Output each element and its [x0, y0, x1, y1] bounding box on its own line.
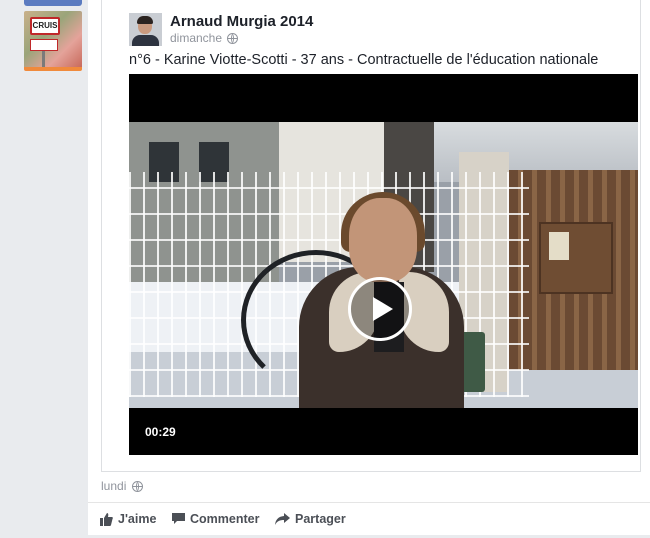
thumbs-up-icon	[100, 512, 113, 526]
post-card: Arnaud Murgia 2014 dimanche n°6 - Karine…	[88, 0, 650, 537]
shared-post: Arnaud Murgia 2014 dimanche n°6 - Karine…	[101, 0, 641, 472]
play-icon	[372, 297, 393, 321]
avatar[interactable]	[129, 13, 162, 46]
speech-bubble-icon	[172, 513, 185, 524]
sidebar-thumbnail-cruis[interactable]: CRUIS	[24, 11, 82, 71]
globe-icon	[227, 32, 239, 44]
sign-sub-plate	[30, 39, 58, 51]
sidebar-thumbnail-top[interactable]	[24, 0, 82, 6]
shared-post-timestamp: dimanche	[170, 31, 239, 45]
globe-icon	[132, 480, 144, 492]
author-name[interactable]: Arnaud Murgia 2014	[170, 13, 313, 30]
play-button[interactable]	[348, 277, 412, 341]
outer-post-time-label[interactable]: lundi	[101, 479, 126, 493]
shared-post-time-label[interactable]: dimanche	[170, 31, 222, 45]
avatar-suit	[132, 35, 159, 46]
video-player[interactable]: 00:29	[129, 74, 638, 455]
comment-button[interactable]: Commenter	[172, 512, 259, 526]
share-arrow-icon	[275, 513, 290, 525]
avatar-hair	[137, 16, 153, 24]
cruis-sign: CRUIS	[30, 17, 60, 35]
share-label: Partager	[295, 512, 346, 526]
video-duration: 00:29	[145, 425, 176, 439]
post-text: n°6 - Karine Viotte-Scotti - 37 ans - Co…	[129, 52, 599, 68]
like-label: J'aime	[118, 512, 157, 526]
like-button[interactable]: J'aime	[100, 512, 156, 526]
sign-pole	[42, 51, 45, 67]
scene-notice-board	[539, 222, 613, 294]
comment-label: Commenter	[190, 512, 260, 526]
outer-post-timestamp: lundi	[101, 479, 144, 493]
action-bar: J'aime Commenter Partager	[88, 502, 650, 538]
left-sidebar: CRUIS	[0, 0, 88, 537]
video-frame	[129, 122, 638, 408]
scene-person-head	[349, 198, 417, 282]
share-button[interactable]: Partager	[275, 512, 346, 526]
